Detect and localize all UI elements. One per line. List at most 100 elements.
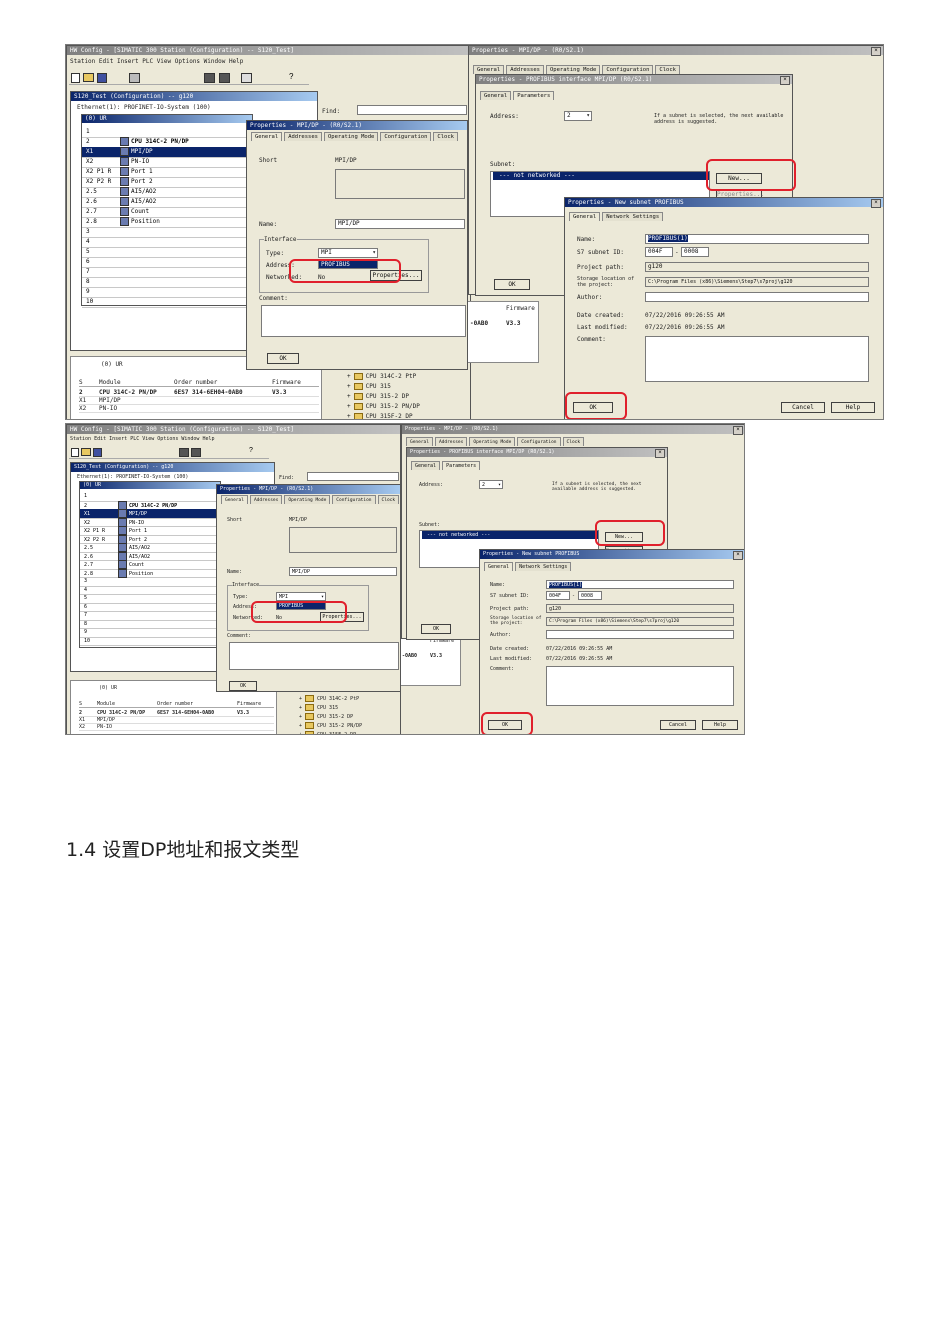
tab-operating-mode[interactable]: Operating Mode: [469, 437, 516, 446]
tab-general[interactable]: General: [480, 91, 512, 100]
s7-subnet-id-b[interactable]: 0008: [681, 247, 709, 257]
close-icon[interactable]: ×: [871, 199, 881, 208]
expand-icon[interactable]: +: [347, 393, 351, 400]
close-icon[interactable]: ×: [780, 76, 790, 85]
tab-clock[interactable]: Clock: [655, 65, 680, 74]
tab-general[interactable]: General: [406, 437, 433, 446]
name-field[interactable]: MPI/DP: [289, 567, 397, 576]
download-icon[interactable]: [204, 73, 215, 83]
detail-row[interactable]: X2 PN-IO: [79, 724, 274, 731]
catalog-icon[interactable]: [241, 73, 252, 83]
expand-icon[interactable]: +: [347, 373, 351, 380]
cancel-button[interactable]: Cancel: [781, 402, 825, 413]
tab-parameters[interactable]: Parameters: [513, 91, 555, 100]
upload-icon[interactable]: [219, 73, 230, 83]
expand-icon[interactable]: +: [299, 705, 302, 711]
tab-configuration[interactable]: Configuration: [517, 437, 561, 446]
find-input[interactable]: [357, 105, 467, 115]
tab-general[interactable]: General: [251, 132, 283, 141]
tab-clock[interactable]: Clock: [377, 495, 400, 504]
address-select[interactable]: 2 ▾: [564, 111, 592, 121]
tab-network-settings[interactable]: Network Settings: [515, 562, 572, 571]
detail-row[interactable]: X1 MPI/DP: [79, 717, 274, 724]
expand-icon[interactable]: +: [347, 413, 351, 419]
s7-subnet-id-a[interactable]: 004F: [645, 247, 673, 257]
tab-addresses[interactable]: Addresses: [434, 437, 468, 446]
rack-row[interactable]: 10: [82, 297, 252, 308]
comment-field[interactable]: [546, 666, 734, 706]
catalog-item[interactable]: + CPU 314C-2 PtP: [299, 695, 399, 704]
find-input[interactable]: [307, 472, 399, 481]
menu-bar[interactable]: Station Edit Insert PLC View Options Win…: [70, 58, 243, 65]
interface-ok-button[interactable]: OK: [421, 624, 451, 634]
tab-addresses[interactable]: Addresses: [506, 65, 544, 74]
close-icon[interactable]: ×: [871, 47, 881, 56]
tab-clock[interactable]: Clock: [562, 437, 585, 446]
s7-subnet-id-b[interactable]: 0008: [578, 591, 602, 600]
tab-addresses[interactable]: Addresses: [284, 132, 322, 141]
tab-general[interactable]: General: [484, 562, 514, 571]
help-button[interactable]: Help: [702, 720, 738, 730]
tab-configuration[interactable]: Configuration: [602, 65, 654, 74]
catalog-item[interactable]: + CPU 315-2 DP: [299, 713, 399, 722]
open-icon[interactable]: [81, 448, 91, 456]
interface-ok-button[interactable]: OK: [494, 279, 530, 290]
close-icon[interactable]: ×: [733, 551, 743, 560]
expand-icon[interactable]: +: [299, 714, 302, 720]
close-icon[interactable]: ×: [733, 426, 743, 435]
catalog-item[interactable]: + CPU 315: [299, 704, 399, 713]
save-icon[interactable]: [97, 73, 107, 83]
expand-icon[interactable]: +: [347, 403, 351, 410]
detail-row[interactable]: 2 CPU 314C-2 PN/DP 6ES7 314-6EH04-0AB0 V3.3: [79, 389, 319, 397]
print-icon[interactable]: [129, 73, 140, 83]
save-icon[interactable]: [93, 448, 102, 457]
name-field[interactable]: MPI/DP: [335, 219, 465, 229]
catalog-item[interactable]: + CPU 315: [347, 382, 467, 392]
detail-row[interactable]: X1 MPI/DP: [79, 397, 319, 405]
comment-field[interactable]: [261, 305, 466, 337]
subnet-item[interactable]: --- not networked ---: [422, 531, 598, 539]
new-icon[interactable]: [71, 73, 80, 83]
tab-configuration[interactable]: Configuration: [332, 495, 376, 504]
tab-operating-mode[interactable]: Operating Mode: [546, 65, 601, 74]
tab-general[interactable]: General: [569, 212, 601, 221]
tab-parameters[interactable]: Parameters: [442, 461, 481, 470]
detail-row[interactable]: X2 PN-IO: [79, 405, 319, 413]
upload-icon[interactable]: [191, 448, 201, 457]
comment-field[interactable]: [645, 336, 869, 382]
subnet-name-field[interactable]: PROFIBUS(1): [645, 234, 869, 244]
mpi-ok-button[interactable]: OK: [267, 353, 299, 364]
catalog-item[interactable]: + CPU 315-2 PN/DP: [347, 402, 467, 412]
catalog-item[interactable]: + CPU 315-2 PN/DP: [299, 722, 399, 731]
new-icon[interactable]: [71, 448, 79, 457]
s7-subnet-id-a[interactable]: 004F: [546, 591, 570, 600]
tab-general[interactable]: General: [221, 495, 248, 504]
download-icon[interactable]: [179, 448, 189, 457]
author-field[interactable]: [645, 292, 869, 302]
catalog-item[interactable]: + CPU 315F-2 DP: [347, 412, 467, 419]
help-icon[interactable]: ?: [249, 447, 253, 454]
catalog-item[interactable]: + CPU 315-2 DP: [347, 392, 467, 402]
tab-general[interactable]: General: [473, 65, 505, 74]
tab-operating-mode[interactable]: Operating Mode: [324, 132, 379, 141]
catalog-item[interactable]: + CPU 314C-2 PtP: [347, 372, 467, 382]
address-select[interactable]: 2 ▾: [479, 480, 503, 489]
type-select[interactable]: MPI ▾: [276, 592, 326, 601]
help-button[interactable]: Help: [831, 402, 875, 413]
tab-addresses[interactable]: Addresses: [249, 495, 283, 504]
tab-clock[interactable]: Clock: [433, 132, 458, 141]
tab-network-settings[interactable]: Network Settings: [602, 212, 664, 221]
tab-operating-mode[interactable]: Operating Mode: [284, 495, 331, 504]
expand-icon[interactable]: +: [299, 696, 302, 702]
author-field[interactable]: [546, 630, 734, 639]
subnet-item[interactable]: --- not networked ---: [493, 172, 709, 180]
expand-icon[interactable]: +: [299, 732, 302, 734]
tab-configuration[interactable]: Configuration: [380, 132, 432, 141]
close-icon[interactable]: ×: [655, 449, 665, 458]
comment-field[interactable]: [229, 642, 399, 670]
type-select[interactable]: MPI ▾: [318, 248, 378, 258]
expand-icon[interactable]: +: [299, 723, 302, 729]
catalog-item[interactable]: + CPU 315F-2 DP: [299, 731, 399, 734]
detail-row[interactable]: 2 CPU 314C-2 PN/DP 6ES7 314-6EH04-0AB0 V3.3: [79, 710, 274, 717]
expand-icon[interactable]: +: [347, 383, 351, 390]
